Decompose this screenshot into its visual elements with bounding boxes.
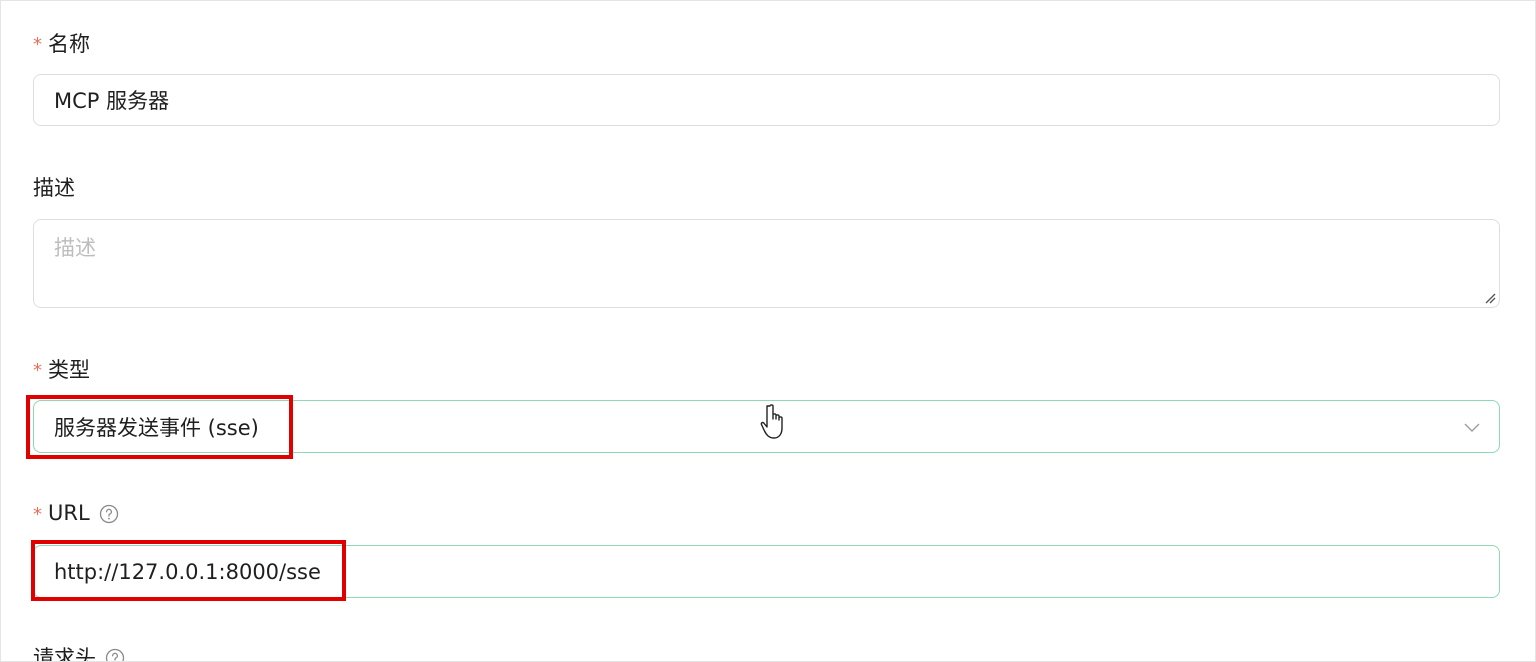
url-label: * URL <box>33 499 119 527</box>
description-textarea[interactable] <box>34 220 1499 307</box>
headers-label-text: 请求头 <box>33 646 96 662</box>
name-field[interactable] <box>33 74 1500 126</box>
type-label: * 类型 <box>33 355 90 383</box>
resize-handle-icon[interactable] <box>1484 292 1496 304</box>
type-label-text: 类型 <box>48 358 90 382</box>
headers-label: 请求头 <box>33 642 125 662</box>
hand-cursor-icon <box>760 404 783 439</box>
required-mark: * <box>33 359 42 381</box>
description-label: 描述 <box>33 173 75 201</box>
name-label: * 名称 <box>33 29 90 57</box>
url-field[interactable] <box>33 545 1500 598</box>
name-input[interactable] <box>34 75 1499 125</box>
name-label-text: 名称 <box>48 32 90 56</box>
chevron-down-icon[interactable] <box>1463 418 1481 436</box>
type-selected-value: 服务器发送事件 (sse) <box>54 415 259 440</box>
required-mark: * <box>33 503 42 525</box>
url-input[interactable] <box>34 546 1499 597</box>
help-icon[interactable] <box>105 648 125 662</box>
url-label-text: URL <box>48 501 90 525</box>
required-mark: * <box>33 33 42 55</box>
description-field[interactable] <box>33 219 1500 308</box>
description-label-text: 描述 <box>33 176 75 200</box>
form-panel: * 名称 描述 * 类型 服务器发送事件 (sse) * URL <box>0 0 1536 662</box>
help-icon[interactable] <box>99 504 119 524</box>
